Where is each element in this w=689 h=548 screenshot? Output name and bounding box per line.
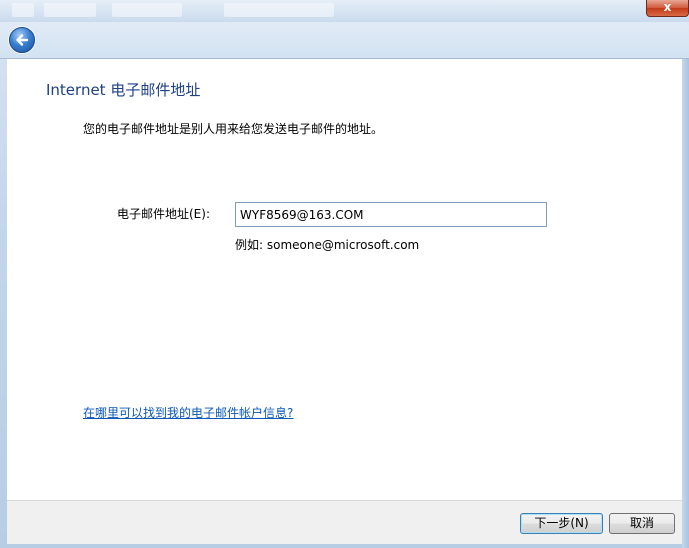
close-button[interactable]: x xyxy=(646,0,689,17)
wizard-content: Internet 电子邮件地址 您的电子邮件地址是别人用来给您发送电子邮件的地址… xyxy=(7,59,682,500)
page-description: 您的电子邮件地址是别人用来给您发送电子邮件的地址。 xyxy=(83,122,384,136)
email-example-text: 例如: someone@microsoft.com xyxy=(235,238,420,252)
close-icon: x xyxy=(663,0,672,14)
navigation-bar xyxy=(0,22,689,59)
back-button[interactable] xyxy=(9,27,35,53)
email-field-label: 电子邮件地址(E): xyxy=(117,207,210,221)
blurred-titlebar-item xyxy=(112,3,182,17)
page-title: Internet 电子邮件地址 xyxy=(46,81,201,99)
help-link-account-info[interactable]: 在哪里可以找到我的电子邮件帐户信息? xyxy=(83,404,293,421)
wizard-footer: 下一步(N) 取消 xyxy=(7,500,682,544)
cancel-button[interactable]: 取消 xyxy=(609,513,675,534)
back-arrow-icon xyxy=(16,34,29,46)
blurred-titlebar-item xyxy=(44,3,96,17)
window-frame: x Internet 电子邮件地址 您的电子邮件地址是别人用来给您发送电子邮件的… xyxy=(0,0,689,548)
blurred-titlebar-item xyxy=(224,3,334,17)
next-button[interactable]: 下一步(N) xyxy=(520,513,603,534)
email-field[interactable] xyxy=(235,202,547,227)
window-right-border xyxy=(682,59,689,548)
blurred-titlebar-item xyxy=(12,3,34,17)
title-bar: x xyxy=(0,0,689,22)
